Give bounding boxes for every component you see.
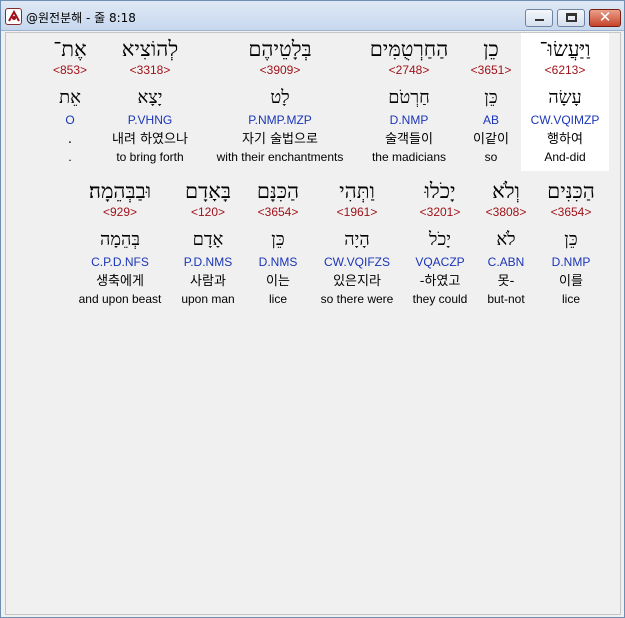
strong-number[interactable]: <3909> xyxy=(205,63,355,77)
english-gloss: to bring forth xyxy=(116,150,184,164)
app-logo-icon xyxy=(5,8,22,25)
lexical-form: עָשָׂה xyxy=(548,87,582,108)
english-gloss: And-did xyxy=(544,150,586,164)
lexical-form: בְּהֵמָה xyxy=(99,229,141,250)
maximize-button[interactable] xyxy=(557,9,585,27)
korean-gloss: 사람과 xyxy=(190,274,226,289)
app-window: @원전분해 - 줄 8:18 ✕ אֶת־ <853> אֵת O . . לְ… xyxy=(0,0,625,618)
morphology-code: D.NMS xyxy=(258,255,298,269)
word-cell[interactable]: לְהוֹצִיא <3318> יָצָא P.VHNG 내려 하였으나 to… xyxy=(91,36,209,171)
morphology-code: AB xyxy=(482,113,499,127)
word-cell[interactable]: בְּלָטֵיהֶם <3909> לָט P.NMP.MZP 자기 술법으로… xyxy=(205,36,355,171)
korean-gloss: 자기 술법으로 xyxy=(242,132,318,147)
lexical-form: לֹא xyxy=(496,229,516,250)
minimize-icon xyxy=(535,19,544,21)
korean-gloss: 못- xyxy=(497,274,515,289)
korean-gloss: 이를 xyxy=(559,274,583,289)
close-button[interactable]: ✕ xyxy=(589,8,621,27)
hebrew-word: לְהוֹצִיא xyxy=(121,37,179,61)
strong-number[interactable]: <929> xyxy=(61,205,179,219)
word-cell[interactable]: וְלֹא <3808> לֹא C.ABN 못- but-not xyxy=(476,178,536,313)
window-title: @원전분해 - 줄 8:18 xyxy=(26,11,136,25)
hebrew-word: כֵן xyxy=(483,37,499,61)
lexical-form: כֵּן xyxy=(484,87,498,108)
strong-number[interactable]: <120> xyxy=(168,205,248,219)
english-gloss: but-not xyxy=(487,292,525,306)
strong-number[interactable]: <3651> xyxy=(463,63,519,77)
korean-gloss: 술객들이 xyxy=(385,132,433,147)
maximize-icon xyxy=(566,13,577,22)
english-gloss: and upon beast xyxy=(78,292,162,306)
hebrew-word: יָכֹלוּ xyxy=(424,179,456,203)
lexical-form: כֵּן xyxy=(271,229,285,250)
morphology-code: P.VHNG xyxy=(127,113,173,127)
morphology-code: CW.VQIFZS xyxy=(324,255,390,269)
korean-gloss: -하였고 xyxy=(419,274,461,289)
hebrew-word: הַחַרְטֻמִּים xyxy=(369,37,449,61)
hebrew-word: וּבַבְּהֵמָה׃ xyxy=(88,179,152,203)
strong-number[interactable]: <6213> xyxy=(521,63,609,77)
lexical-form: יָצָא xyxy=(137,87,163,108)
morphology-code: D.NMP xyxy=(551,255,591,269)
word-cell[interactable]: הַכִּנָּם <3654> כֵּן D.NMS 이는 lice xyxy=(248,178,308,313)
morphology-code: VQACZP xyxy=(415,255,465,269)
lexical-form: יָכֹל xyxy=(429,229,451,250)
korean-gloss: 내려 하였으나 xyxy=(112,132,188,147)
lexical-form: הָיָה xyxy=(344,229,370,250)
morphology-code: C.P.D.NFS xyxy=(91,255,149,269)
word-cell[interactable]: הַחַרְטֻמִּים <2748> חַרְטֹם D.NMP 술객들이 … xyxy=(350,36,468,171)
korean-gloss: 생축에게 xyxy=(96,274,144,289)
hebrew-word: בְּלָטֵיהֶם xyxy=(248,37,312,61)
strong-number[interactable]: <3654> xyxy=(248,205,308,219)
lexical-form: לָט xyxy=(270,87,290,108)
morphology-code: P.NMP.MZP xyxy=(248,113,312,127)
word-cell[interactable]: כֵן <3651> כֵּן AB 이같이 so xyxy=(463,36,519,171)
hebrew-word: הַכִּנִּים xyxy=(547,179,595,203)
minimize-button[interactable] xyxy=(525,9,553,27)
hebrew-word: וְלֹא xyxy=(492,179,520,203)
hebrew-word: וַיַּעֲשׂוּ־ xyxy=(539,37,591,61)
korean-gloss: 행하여 xyxy=(547,132,583,147)
english-gloss: so xyxy=(484,150,498,164)
lexical-form: חַרְטֹם xyxy=(388,87,430,108)
word-cell[interactable]: הַכִּנִּים <3654> כֵּן D.NMP 이를 lice xyxy=(539,178,603,313)
verse-analysis-panel: אֶת־ <853> אֵת O . . לְהוֹצִיא <3318> יָ… xyxy=(5,32,621,615)
strong-number[interactable]: <3654> xyxy=(539,205,603,219)
strong-number[interactable]: <2748> xyxy=(350,63,468,77)
lexical-form: אָדָם xyxy=(192,229,224,250)
morphology-code: CW.VQIMZP xyxy=(530,113,600,127)
word-cell[interactable]: וַתְּהִי <1961> הָיָה CW.VQIFZS 있은지라 so … xyxy=(309,178,405,313)
strong-number[interactable]: <1961> xyxy=(309,205,405,219)
strong-number[interactable]: <3808> xyxy=(476,205,536,219)
strong-number[interactable]: <3318> xyxy=(91,63,209,77)
korean-gloss: 있은지라 xyxy=(333,274,381,289)
word-cell[interactable]: בָּאָדָם <120> אָדָם P.D.NMS 사람과 upon ma… xyxy=(168,178,248,313)
korean-gloss: 이는 xyxy=(266,274,290,289)
title-bar[interactable]: @원전분해 - 줄 8:18 ✕ xyxy=(1,1,624,31)
morphology-code: C.ABN xyxy=(487,255,525,269)
morphology-code: P.D.NMS xyxy=(183,255,233,269)
hebrew-word: בָּאָדָם xyxy=(185,179,231,203)
word-cell-selected[interactable]: וַיַּעֲשׂוּ־ <6213> עָשָׂה CW.VQIMZP 행하여… xyxy=(521,33,609,171)
strong-number[interactable]: <3201> xyxy=(405,205,475,219)
english-gloss: they could xyxy=(412,292,468,306)
english-gloss: so there were xyxy=(320,292,394,306)
english-gloss: with their enchantments xyxy=(216,150,344,164)
hebrew-word: הַכִּנָּם xyxy=(256,179,300,203)
word-cell[interactable]: יָכֹלוּ <3201> יָכֹל VQACZP -하였고 they co… xyxy=(405,178,475,313)
english-gloss: the madicians xyxy=(371,150,447,164)
english-gloss: upon man xyxy=(181,292,235,306)
english-gloss: lice xyxy=(268,292,287,306)
lexical-form: כֵּן xyxy=(564,229,578,250)
word-cell[interactable]: וּבַבְּהֵמָה׃ <929> בְּהֵמָה C.P.D.NFS 생… xyxy=(61,178,179,313)
korean-gloss: 이같이 xyxy=(473,132,509,147)
morphology-code: D.NMP xyxy=(389,113,429,127)
close-icon: ✕ xyxy=(598,8,612,26)
english-gloss: lice xyxy=(561,292,580,306)
hebrew-word: וַתְּהִי xyxy=(339,179,375,203)
